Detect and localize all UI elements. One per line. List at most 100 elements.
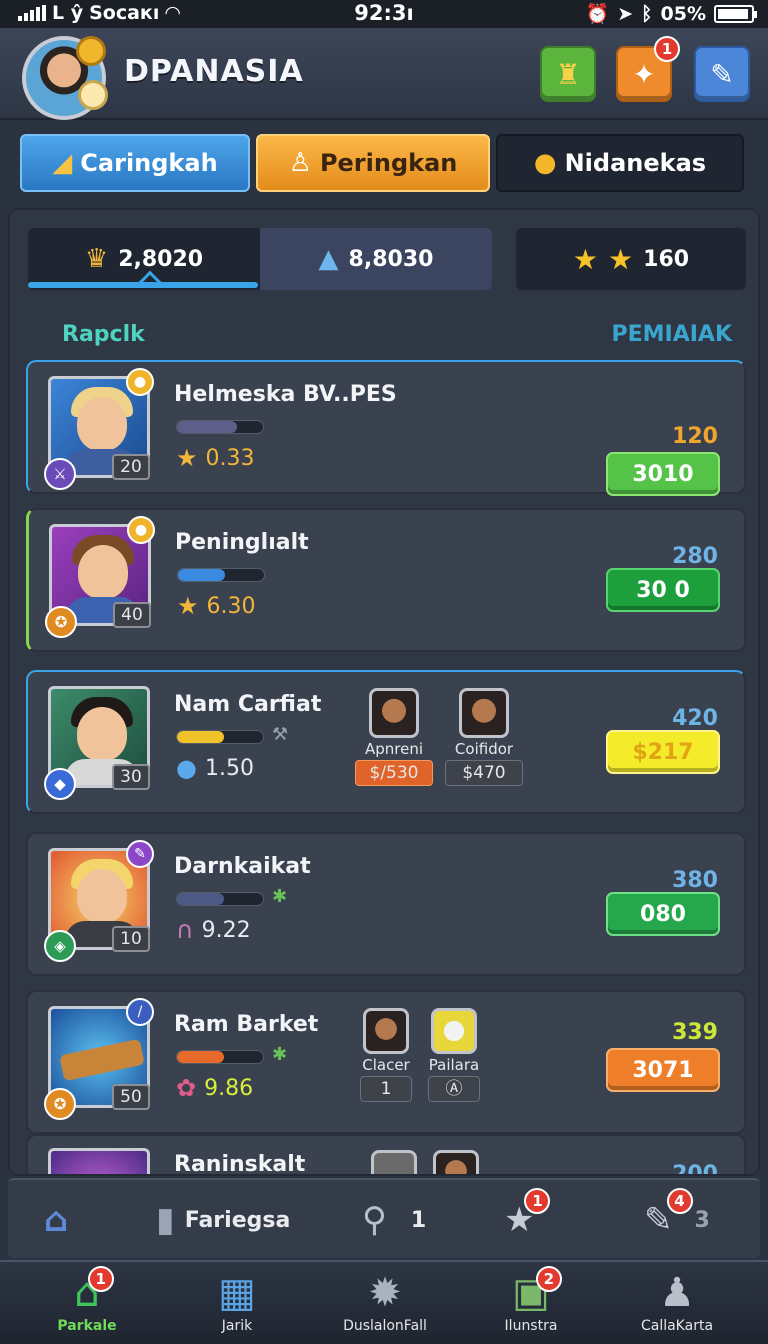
pick-icon: ⚒ — [272, 724, 289, 745]
puzzle-icon: ✦ — [632, 57, 656, 91]
tab-nidanekas[interactable]: ● Nidanekas — [496, 134, 744, 192]
home-button[interactable]: ⌂ — [44, 1192, 68, 1248]
nav-ilunstra[interactable]: ▣ 2 Ilunstra — [466, 1266, 596, 1334]
progress-bar — [176, 1050, 264, 1064]
edit-button[interactable]: ✎ — [694, 46, 750, 102]
player-row[interactable]: ● ✪ 40 Peninglıalt ★ 6.30 280 30 0 — [26, 508, 746, 652]
player-name: Helmeska BV..PES — [174, 382, 397, 407]
player-name: Peninglıalt — [175, 530, 309, 555]
coin-icon: ● — [126, 368, 154, 396]
tab-peringkan[interactable]: ♙ Peringkan — [256, 134, 490, 192]
gem-icon: ◆ — [44, 768, 76, 800]
flower-icon: ✿ — [176, 1074, 197, 1102]
player-row[interactable]: ✎ ◈ 10 Darnkaikat ✱ ∩ 9.22 380 080 — [26, 832, 746, 976]
player-name: Darnkaikat — [174, 854, 311, 879]
player-stat: 6.30 — [206, 593, 256, 619]
battery-icon — [714, 4, 757, 23]
trophy-button[interactable]: ♜ — [540, 46, 596, 102]
star-icon: ★ — [177, 592, 199, 620]
app-title: DPANASIA — [124, 54, 304, 89]
value-button[interactable]: $217 — [606, 730, 720, 774]
bluetooth-icon: ᛒ — [641, 2, 653, 25]
player-stat: 1.50 — [204, 755, 254, 781]
level-badge: 50 — [112, 1084, 150, 1110]
teammate-card[interactable]: Apnreni $/530 — [354, 688, 434, 786]
top-tabs: ◢ Caringkah ♙ Peringkan ● Nidanekas — [20, 134, 746, 192]
level-badge: 10 — [112, 926, 150, 952]
value-button[interactable]: 30 0 — [606, 568, 720, 612]
value-button[interactable]: 3071 — [606, 1048, 720, 1092]
search-icon: ⚲ — [362, 1200, 387, 1240]
progress-bar — [176, 420, 264, 434]
person-icon: ♙ — [288, 148, 312, 178]
build-icon: ▦ — [218, 1270, 256, 1316]
nav-duslalonfall[interactable]: ✹ DuslalonFall — [320, 1270, 450, 1334]
player-row[interactable]: Raninskalt 200 — [26, 1134, 746, 1176]
battery-percent: 05% — [660, 2, 706, 25]
fariegsa-button[interactable]: ▮ Fariegsa — [156, 1192, 290, 1248]
level-badge: 40 — [113, 602, 151, 628]
teammate-avatar — [433, 1150, 479, 1174]
favorites-button[interactable]: ★ 1 — [504, 1188, 551, 1248]
nav-jarik[interactable]: ▦ Jarik — [172, 1270, 302, 1334]
level-badge: 20 — [112, 454, 150, 480]
home-icon: ⌂ 1 — [74, 1266, 114, 1316]
card-icon: ▮ — [156, 1200, 175, 1240]
wand-icon: ✎ — [126, 840, 154, 868]
trophy-icon: ♜ — [555, 57, 581, 91]
teammate-card[interactable]: Coifidor $470 — [444, 688, 524, 786]
map-icon: ▣ 2 — [512, 1266, 562, 1316]
search-button[interactable]: ⚲ 1 — [362, 1192, 426, 1248]
teammate-card[interactable] — [416, 1150, 496, 1174]
player-points: 380 — [672, 868, 718, 893]
puzzle-button[interactable]: ✦ 1 — [616, 36, 680, 102]
trophy-icon: ♛ — [84, 244, 109, 274]
player-name: Raninskalt — [174, 1152, 306, 1176]
nav-parkale[interactable]: ⌂ 1 Parkale — [22, 1266, 152, 1334]
teammate-avatar — [431, 1008, 477, 1054]
player-name: Nam Carfiat — [174, 692, 322, 717]
class-icon: ⚔ — [44, 458, 76, 490]
player-row[interactable]: / ✪ 50 Ram Barket ✱ ✿ 9.86 Clacer 1 Pail… — [26, 990, 746, 1134]
location-icon: ➤ — [617, 2, 634, 25]
progress-bar — [176, 730, 264, 744]
coin-icon: ● — [533, 148, 557, 178]
value-button[interactable]: 3010 — [606, 452, 720, 496]
arch-icon: ∩ — [176, 916, 194, 944]
score-segment-2[interactable]: ▲ 8,8030 — [260, 228, 492, 290]
star-icon: ★ 1 — [504, 1188, 551, 1240]
player-row[interactable]: ◆ 30 Nam Carfiat ⚒ ● 1.50 Apnreni $/530 … — [26, 670, 746, 814]
statue-icon: ♟ — [659, 1270, 695, 1316]
player-stat: 9.22 — [201, 917, 251, 943]
player-stat: 0.33 — [205, 445, 255, 471]
notification-badge: 1 — [654, 36, 680, 62]
nav-callakarta[interactable]: ♟ CallaKarta — [612, 1270, 742, 1334]
player-points: 339 — [672, 1020, 718, 1045]
bottom-nav: ⌂ 1 Parkale ▦ Jarik ✹ DuslalonFall ▣ 2 I… — [0, 1260, 768, 1344]
pencil-icon: ✎ — [710, 57, 734, 91]
app-header: DPANASIA ♜ ✦ 1 ✎ — [0, 28, 768, 120]
sword-icon: / — [126, 998, 154, 1026]
player-row[interactable]: ● ⚔ 20 Helmeska BV..PES ★ 0.33 120 3010 — [26, 360, 746, 496]
teammate-avatar — [369, 688, 419, 738]
level-badge: 30 — [112, 764, 150, 790]
list-header-right: PEMIAIAK — [611, 322, 732, 347]
bell-icon: ◢ — [52, 148, 73, 178]
status-bar: L ŷ Socaкı ◠ 92:3ı ⏰ ➤ ᛒ 05% — [0, 0, 768, 28]
action-toolbar: ⌂ ▮ Fariegsa ⚲ 1 ★ 1 ✎ 4 3 — [8, 1178, 760, 1258]
tab-caringkah[interactable]: ◢ Caringkah — [20, 134, 250, 192]
star-icon: ★ — [176, 444, 198, 472]
creature-icon: ✹ — [368, 1270, 402, 1316]
sparkle-icon: ✱ — [272, 886, 288, 907]
flask-icon: ▲ — [318, 244, 339, 274]
teammate-card[interactable]: Pailara Ⓐ — [414, 1008, 494, 1102]
value-button[interactable]: 080 — [606, 892, 720, 936]
player-name: Ram Barket — [174, 1012, 319, 1037]
medal-icon: ✪ — [44, 1088, 76, 1120]
tools-button[interactable]: ✎ 4 3 — [644, 1188, 710, 1248]
player-stat: 9.86 — [204, 1075, 254, 1101]
player-portrait — [48, 1148, 150, 1174]
progress-bar — [176, 892, 264, 906]
progress-bar — [177, 568, 265, 582]
wrench-icon: ✎ 4 — [644, 1188, 693, 1240]
